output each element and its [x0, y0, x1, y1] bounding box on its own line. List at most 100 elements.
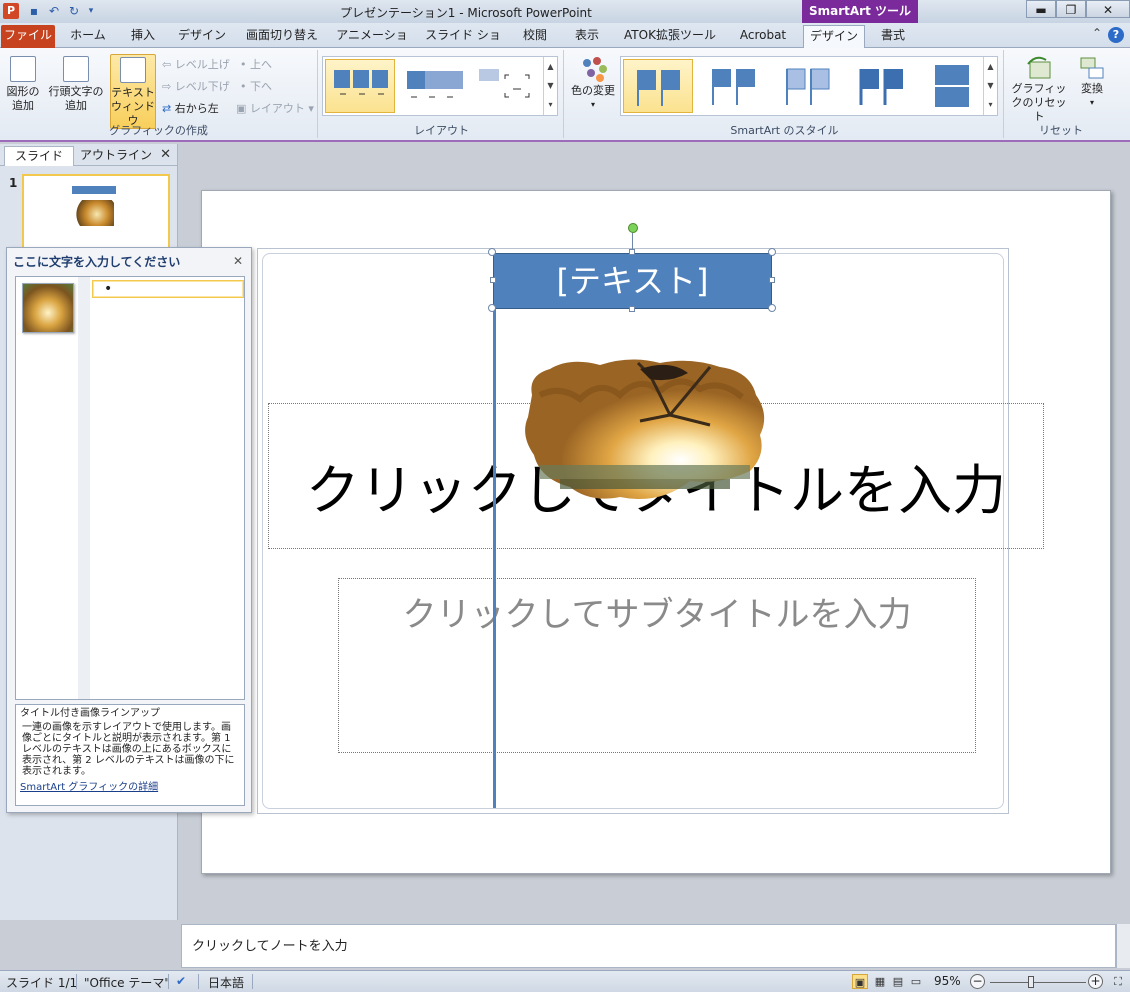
help-icon[interactable]: ? [1108, 27, 1124, 43]
zoom-slider-thumb[interactable] [1028, 976, 1034, 988]
tab-view[interactable]: 表示 [564, 25, 610, 48]
style-option-2[interactable] [699, 59, 769, 113]
layout-option-3[interactable] [477, 59, 547, 113]
text-pane-image-thumbnail[interactable] [22, 283, 74, 333]
add-bullet-icon [63, 56, 89, 82]
smartart-text-shape[interactable]: [テキスト] [493, 253, 772, 309]
resize-handle-bottom-right[interactable] [768, 304, 776, 312]
tab-slides[interactable]: スライド [4, 146, 74, 166]
convert-dropdown-icon: ▾ [1089, 98, 1094, 107]
group-create-graphic: 図形の追加 行頭文字の追加 テキストウィンドウ ⇦ レベル上げ ⇨ レベル下げ … [0, 50, 318, 138]
text-pane-entry-1[interactable] [92, 280, 244, 298]
tab-slideshow[interactable]: スライド ショー [420, 25, 506, 63]
slide-count: スライド 1/1 [6, 976, 78, 990]
tab-outline[interactable]: アウトライン [78, 146, 154, 166]
resize-handle-left[interactable] [490, 277, 496, 283]
close-button[interactable]: ✕ [1086, 0, 1130, 18]
tab-acrobat[interactable]: Acrobat [730, 25, 796, 48]
theme-name[interactable]: "Office テーマ" [84, 974, 170, 991]
change-colors-button[interactable]: 色の変更 ▾ [568, 54, 618, 112]
redo-icon[interactable]: ↻ [66, 3, 82, 19]
right-to-left-button[interactable]: ⇄ 右から左 [162, 100, 219, 116]
maximize-button[interactable]: ❐ [1056, 0, 1086, 18]
resize-handle-top[interactable] [629, 249, 635, 255]
zoom-in-button[interactable]: + [1088, 974, 1103, 989]
language-indicator[interactable]: 日本語 [208, 974, 244, 991]
text-pane-close-icon[interactable]: ✕ [233, 254, 243, 268]
promote-button[interactable]: ⇦ レベル上げ [162, 56, 230, 72]
resize-handle-bottom-left[interactable] [488, 304, 496, 312]
tab-animations[interactable]: アニメーション [332, 25, 412, 63]
layout-button[interactable]: ▣ レイアウト ▾ [236, 100, 314, 116]
thumbnail-image [76, 200, 114, 226]
autumn-tree-photo[interactable] [520, 355, 770, 505]
fit-to-window-icon[interactable]: ⛶ [1110, 974, 1126, 989]
styles-gallery-scroll[interactable]: ▲ ▼ ▾ [983, 57, 997, 115]
tab-format[interactable]: 書式 [868, 25, 918, 48]
style-option-4[interactable] [847, 59, 917, 113]
powerpoint-icon[interactable]: P [3, 3, 19, 19]
tab-atok[interactable]: ATOK拡張ツール [618, 25, 722, 48]
demote-button[interactable]: ⇨ レベル下げ [162, 78, 230, 94]
slides-pane-close-icon[interactable]: ✕ [160, 147, 171, 162]
window-controls: ▬ ❐ ✕ [1026, 0, 1130, 18]
text-pane-button[interactable]: テキストウィンドウ [110, 54, 156, 129]
tab-home[interactable]: ホーム [60, 25, 116, 48]
move-down-label: 下へ [250, 80, 272, 93]
layout-gallery-scroll[interactable]: ▲ ▼ ▾ [543, 57, 557, 115]
zoom-slider-track[interactable] [990, 982, 1086, 983]
reset-group-label: リセット [1039, 124, 1083, 137]
create-group-label: グラフィックの作成 [109, 124, 208, 137]
reset-graphic-button[interactable]: グラフィックのリセット [1008, 54, 1070, 124]
style-1-icon [637, 70, 680, 106]
normal-view-icon[interactable]: ▣ [852, 974, 868, 989]
layout-description: タイトル付き画像ラインアップ 一連の画像を示すレイアウトで使用します。画像ごとに… [15, 704, 245, 806]
spellcheck-icon[interactable]: ✔ [176, 974, 186, 988]
zoom-level[interactable]: 95% [934, 974, 961, 988]
move-down-button[interactable]: • 下へ [240, 78, 272, 94]
text-pane-list: • [15, 276, 245, 700]
notes-scrollbar[interactable] [1116, 924, 1130, 968]
resize-handle-bottom[interactable] [629, 306, 635, 312]
tab-design[interactable]: デザイン [172, 25, 232, 48]
notes-pane[interactable]: クリックしてノートを入力 [181, 924, 1116, 968]
move-up-button[interactable]: • 上へ [240, 56, 272, 72]
layout-option-1[interactable] [325, 59, 395, 113]
save-icon[interactable]: ▪ [26, 3, 42, 19]
convert-label: 変換 [1081, 82, 1103, 95]
tab-insert[interactable]: 挿入 [120, 25, 166, 48]
style-2-icon [712, 69, 755, 105]
add-shape-button[interactable]: 図形の追加 [4, 54, 42, 113]
resize-handle-right[interactable] [769, 277, 775, 283]
tab-smartart-design[interactable]: デザイン [803, 25, 865, 48]
ribbon-tabs: ファイル ホーム 挿入 デザイン 画面切り替え アニメーション スライド ショー… [0, 23, 1130, 63]
resize-handle-top-right[interactable] [768, 248, 776, 256]
tab-file[interactable]: ファイル [1, 25, 55, 48]
slide-sorter-view-icon[interactable]: ▦ [872, 974, 888, 989]
convert-button[interactable]: 変換 ▾ [1072, 54, 1112, 110]
style-option-3[interactable] [773, 59, 843, 113]
add-bullet-button[interactable]: 行頭文字の追加 [46, 54, 106, 113]
style-option-5[interactable] [921, 59, 991, 113]
layout-option-2[interactable] [401, 59, 471, 113]
reading-view-icon[interactable]: ▤ [890, 974, 906, 989]
status-bar: スライド 1/1 "Office テーマ" ✔ 日本語 ▣ ▦ ▤ ▭ 95% … [0, 970, 1130, 992]
rotation-handle[interactable] [628, 223, 638, 233]
tab-transitions[interactable]: 画面切り替え [240, 25, 324, 48]
styles-group-label: SmartArt のスタイル [730, 124, 839, 137]
add-bullet-label: 行頭文字の追加 [48, 85, 104, 112]
slideshow-view-icon[interactable]: ▭ [908, 974, 924, 989]
style-5-icon [935, 65, 969, 107]
zoom-out-button[interactable]: − [970, 974, 985, 989]
layout-3-icon [479, 69, 530, 98]
qat-dropdown-icon[interactable]: ▾ [86, 3, 96, 19]
reset-graphic-label: グラフィックのリセット [1011, 82, 1067, 123]
style-option-1[interactable] [623, 59, 693, 113]
ribbon-collapse-icon[interactable]: ⌃ [1092, 26, 1102, 40]
group-smartart-styles: 色の変更 ▾ ▲ ▼ ▾ SmartArt のスタイル [566, 50, 1004, 138]
resize-handle-top-left[interactable] [488, 248, 496, 256]
minimize-button[interactable]: ▬ [1026, 0, 1056, 18]
undo-icon[interactable]: ↶ [46, 3, 62, 19]
tab-review[interactable]: 校閲 [512, 25, 558, 48]
smartart-details-link[interactable]: SmartArt グラフィックの詳細 [20, 782, 240, 793]
